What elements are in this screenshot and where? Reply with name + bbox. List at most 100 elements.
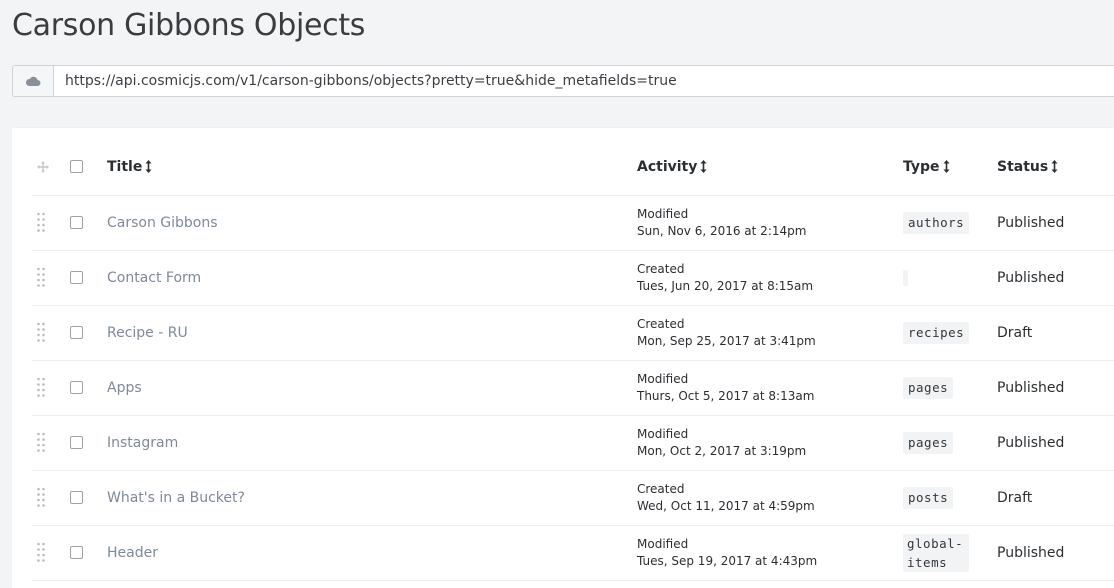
row-checkbox[interactable]	[70, 326, 83, 339]
object-status: Published	[997, 434, 1065, 451]
object-title-link[interactable]: Contact Form	[107, 270, 201, 286]
row-title-cell: Contact Form	[107, 250, 201, 305]
table-row[interactable]: Header Modified Tues, Sep 19, 2017 at 4:…	[32, 525, 1114, 581]
activity-date: Sun, Nov 6, 2016 at 2:14pm	[637, 223, 807, 238]
object-type-badge: pages	[903, 431, 954, 454]
row-checkbox-cell	[70, 305, 90, 360]
activity-info: Modified Thurs, Oct 5, 2017 at 8:13am	[637, 371, 814, 405]
drag-handle-icon	[37, 432, 45, 452]
row-status-cell: Draft	[997, 470, 1032, 525]
sort-icon	[700, 160, 707, 173]
activity-info: Modified Sun, Nov 6, 2016 at 2:14pm	[637, 206, 806, 240]
row-checkbox[interactable]	[70, 381, 83, 394]
activity-date: Tues, Jun 20, 2017 at 8:15am	[637, 278, 814, 293]
object-status: Published	[997, 544, 1065, 561]
row-drag-handle[interactable]	[36, 250, 56, 305]
row-type-cell: pages	[903, 360, 954, 415]
activity-date: Mon, Oct 2, 2017 at 3:19pm	[637, 443, 807, 458]
object-type-badge: recipes	[903, 321, 970, 344]
drag-handle-icon	[37, 487, 45, 507]
row-drag-handle[interactable]	[36, 195, 56, 250]
row-status-cell: Published	[997, 250, 1064, 305]
table-row[interactable]: Contact Form Created Tues, Jun 20, 2017 …	[32, 250, 1114, 306]
drag-all-handle[interactable]	[36, 138, 56, 195]
row-drag-handle[interactable]	[36, 360, 56, 415]
object-title-link[interactable]: What's in a Bucket?	[107, 490, 245, 506]
row-drag-handle[interactable]	[36, 305, 56, 360]
row-title-cell: Apps	[107, 360, 142, 415]
row-type-cell: global-items	[903, 525, 969, 580]
row-drag-handle[interactable]	[36, 415, 56, 470]
header-type-label: Type	[903, 158, 940, 175]
header-activity-label: Activity	[637, 158, 698, 175]
row-status-cell: Published	[997, 415, 1064, 470]
row-checkbox[interactable]	[70, 546, 83, 559]
object-title-link[interactable]: Header	[107, 545, 158, 561]
row-title-cell: Recipe - RU	[107, 305, 188, 360]
api-url-bar[interactable]: https://api.cosmicjs.com/v1/carson-gibbo…	[12, 65, 1114, 97]
row-checkbox-cell	[70, 250, 90, 305]
row-activity-cell: Modified Mon, Oct 2, 2017 at 3:19pm	[637, 415, 806, 470]
object-title-link[interactable]: Carson Gibbons	[107, 215, 218, 231]
activity-date: Wed, Oct 11, 2017 at 4:59pm	[637, 498, 815, 513]
url-addon	[13, 66, 54, 96]
header-status-label: Status	[997, 158, 1049, 175]
row-title-cell: What's in a Bucket?	[107, 470, 245, 525]
activity-action: Modified	[637, 426, 689, 441]
row-activity-cell: Created Mon, Sep 25, 2017 at 3:41pm	[637, 305, 816, 360]
header-title-label: Title	[107, 158, 143, 175]
activity-info: Created Mon, Sep 25, 2017 at 3:41pm	[637, 316, 816, 350]
table-row[interactable]: What's in a Bucket? Created Wed, Oct 11,…	[32, 470, 1114, 526]
drag-handle-icon	[37, 212, 45, 232]
header-activity[interactable]: Activity	[637, 138, 707, 195]
row-checkbox-cell	[70, 360, 90, 415]
drag-handle-icon	[37, 267, 45, 287]
select-all-checkbox[interactable]	[70, 160, 83, 173]
row-checkbox[interactable]	[70, 216, 83, 229]
api-url-text[interactable]: https://api.cosmicjs.com/v1/carson-gibbo…	[54, 73, 677, 89]
row-activity-cell: Created Wed, Oct 11, 2017 at 4:59pm	[637, 470, 815, 525]
object-title-link[interactable]: Apps	[107, 380, 142, 396]
row-activity-cell: Modified Tues, Sep 19, 2017 at 4:43pm	[637, 525, 817, 580]
row-checkbox-cell	[70, 195, 90, 250]
table-row[interactable]: Instagram Modified Mon, Oct 2, 2017 at 3…	[32, 415, 1114, 471]
activity-info: Created Tues, Jun 20, 2017 at 8:15am	[637, 261, 813, 295]
object-status: Published	[997, 214, 1065, 231]
row-drag-handle[interactable]	[36, 470, 56, 525]
object-title-link[interactable]: Instagram	[107, 435, 178, 451]
row-status-cell: Published	[997, 360, 1064, 415]
row-checkbox[interactable]	[70, 491, 83, 504]
activity-action: Created	[637, 316, 685, 331]
activity-date: Tues, Sep 19, 2017 at 4:43pm	[637, 553, 818, 568]
row-status-cell: Published	[997, 525, 1064, 580]
cloud-icon	[25, 76, 41, 86]
table-row[interactable]: Carson Gibbons Modified Sun, Nov 6, 2016…	[32, 195, 1114, 251]
sort-icon	[145, 160, 152, 173]
table-header: Title Activity Type Status	[32, 138, 1114, 196]
object-title-link[interactable]: Recipe - RU	[107, 325, 188, 341]
object-type-badge: posts	[903, 486, 954, 509]
object-type-badge: global-items	[903, 533, 969, 572]
row-checkbox[interactable]	[70, 436, 83, 449]
row-activity-cell: Modified Sun, Nov 6, 2016 at 2:14pm	[637, 195, 806, 250]
header-title[interactable]: Title	[107, 138, 152, 195]
drag-handle-icon	[37, 377, 45, 397]
row-drag-handle[interactable]	[36, 525, 56, 580]
row-type-cell	[903, 250, 908, 305]
row-activity-cell: Modified Thurs, Oct 5, 2017 at 8:13am	[637, 360, 814, 415]
sort-icon	[943, 160, 950, 173]
select-all-cell	[70, 138, 90, 195]
activity-action: Modified	[637, 536, 689, 551]
table-row[interactable]: Apps Modified Thurs, Oct 5, 2017 at 8:13…	[32, 360, 1114, 416]
object-type-badge: authors	[903, 211, 970, 234]
header-type[interactable]: Type	[903, 138, 950, 195]
drag-handle-icon	[37, 542, 45, 562]
objects-table: Title Activity Type Status Carson Gibbon…	[12, 128, 1114, 588]
activity-action: Created	[637, 481, 685, 496]
move-icon	[37, 160, 49, 173]
row-title-cell: Carson Gibbons	[107, 195, 218, 250]
row-checkbox[interactable]	[70, 271, 83, 284]
table-row[interactable]: Recipe - RU Created Mon, Sep 25, 2017 at…	[32, 305, 1114, 361]
header-status[interactable]: Status	[997, 138, 1058, 195]
object-status: Draft	[997, 324, 1033, 341]
